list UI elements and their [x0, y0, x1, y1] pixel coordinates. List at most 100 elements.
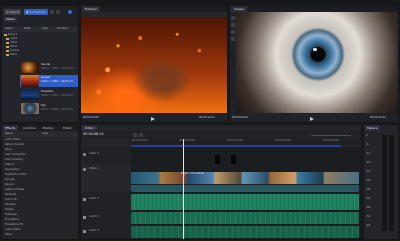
delete-icon[interactable]: [56, 10, 60, 14]
hand-tool-icon[interactable]: [231, 30, 235, 34]
media-item-info: 1920 × 1080 • 00:00:10: [41, 108, 73, 111]
ruler-tick-label: 00:00:00;00: [132, 139, 148, 142]
crop-tool-icon[interactable]: [231, 23, 235, 27]
view-icon[interactable]: [68, 10, 72, 14]
tab-effects[interactable]: Effects: [2, 125, 19, 131]
list-item[interactable]: Fireworks 1920 × 1080 • 00:00:20: [21, 89, 78, 101]
folder-icon[interactable]: [6, 38, 9, 40]
composite-button[interactable]: ▣ Composite: [24, 9, 48, 15]
folder-icon[interactable]: [6, 42, 9, 44]
play-icon[interactable]: [310, 117, 314, 121]
list-item[interactable]: Warp: [5, 233, 12, 237]
list-item[interactable]: Video Filters: [5, 228, 21, 232]
play-icon[interactable]: [151, 117, 155, 121]
list-item[interactable]: Lights & Flares: [5, 188, 24, 192]
speaker-icon[interactable]: [83, 198, 86, 201]
new-folder-icon[interactable]: [50, 10, 54, 14]
column-type: Type: [42, 132, 48, 135]
select-tool-icon[interactable]: [231, 16, 235, 20]
track-header[interactable]: Audio 3: [81, 226, 131, 238]
list-item[interactable]: Grunge: [5, 178, 15, 182]
effects-search: Name Type: [2, 132, 78, 137]
ruler-tick-label: 00:00:05;00: [179, 139, 195, 142]
import-button[interactable]: + Import: [4, 9, 22, 15]
meter-bar-right: [389, 135, 394, 231]
list-item[interactable]: Transitions 3D: [5, 223, 23, 227]
list-item[interactable]: Distort: [5, 163, 14, 167]
list-item[interactable]: Sharpen: [5, 203, 16, 207]
eye-icon[interactable]: [83, 168, 86, 171]
viewer-timecode-current: 00:00:00;00: [232, 116, 248, 119]
thumbnail: [21, 75, 39, 87]
effects-panel: Effects Controls History Editor Name Typ…: [1, 124, 79, 240]
column-type[interactable]: Type: [42, 27, 48, 31]
folder-item[interactable]: Extra: [10, 53, 17, 57]
list-item[interactable]: Gradients & Fills: [5, 173, 26, 177]
tab-meters[interactable]: Meters: [364, 125, 381, 131]
column-date[interactable]: Date: [24, 27, 30, 31]
track-name: Audio 2: [89, 215, 99, 218]
track-header[interactable]: Video 2: [81, 149, 131, 163]
list-item[interactable]: Color Correction: [5, 153, 26, 157]
playhead[interactable]: [183, 139, 184, 239]
folder-icon[interactable]: [6, 54, 9, 56]
speaker-icon[interactable]: [83, 230, 86, 233]
column-duration[interactable]: Duration: [57, 27, 68, 31]
list-item[interactable]: Color Grading: [5, 158, 23, 162]
column-name[interactable]: Name: [5, 27, 13, 31]
track-header[interactable]: Audio 2: [81, 212, 131, 224]
list-item[interactable]: Stylize: [5, 208, 14, 212]
track-name: Video 2: [89, 152, 99, 155]
text-tool-icon[interactable]: [231, 37, 235, 41]
list-item[interactable]: Transitions: [5, 218, 19, 222]
timeline-toolbar: 00:00:08;14: [81, 131, 361, 139]
media-columns: Name Date Type Duration: [2, 27, 78, 32]
media-list: Candle 1920 × 1080 • 00:00:25 Sunset 192…: [20, 62, 78, 122]
viewer-transport: 00:00:00;00 00:00:12;03: [230, 113, 398, 122]
speaker-icon[interactable]: [83, 216, 86, 219]
media-panel: + Import ▣ Composite Media Name Date Typ…: [1, 5, 79, 123]
snap-icon[interactable]: [133, 133, 137, 137]
zoom-slider[interactable]: [311, 134, 351, 136]
meter-tick: -36: [366, 188, 371, 191]
meter-tick: -54: [366, 215, 371, 218]
tab-history[interactable]: History: [40, 125, 57, 131]
list-item[interactable]: Blurs: [5, 148, 12, 152]
video-clip[interactable]: [215, 155, 220, 164]
meter-tick: -48: [366, 206, 371, 209]
tab-editor[interactable]: Editor: [60, 125, 75, 131]
meter-tick: -24: [366, 170, 371, 173]
video-clip[interactable]: Flight of the Birds: [131, 172, 359, 184]
meter-tick: -18: [366, 161, 371, 164]
folder-icon[interactable]: [4, 34, 7, 36]
folder-icon[interactable]: [6, 46, 9, 48]
list-item[interactable]: Candle 1920 × 1080 • 00:00:25: [21, 62, 78, 74]
list-item-selected[interactable]: Sunset 1920 × 1080 • 00:00:15: [20, 75, 78, 87]
list-item[interactable]: Generators: [5, 168, 20, 172]
list-item[interactable]: Temporal: [5, 213, 17, 217]
track-header[interactable]: Audio 1: [81, 194, 131, 210]
list-item[interactable]: Particles: [5, 193, 16, 197]
audio-clip[interactable]: [131, 212, 359, 224]
track-name: Video 1: [89, 167, 99, 170]
eye-icon[interactable]: [83, 153, 86, 156]
list-item[interactable]: Keying: [5, 183, 14, 187]
video-clip[interactable]: [231, 155, 236, 164]
list-item[interactable]: Eye 1920 × 1080 • 00:00:10: [21, 103, 78, 115]
folder-icon[interactable]: [6, 50, 9, 52]
track-header[interactable]: Video 1: [81, 164, 131, 192]
audio-clip[interactable]: [131, 226, 359, 238]
meter-bar-left: [382, 135, 387, 231]
list-item[interactable]: Quick 3D: [5, 198, 17, 202]
video-clip-sub[interactable]: [131, 185, 359, 192]
ruler-tick-label: 00:00:20;00: [323, 139, 339, 142]
tab-media[interactable]: Media: [4, 17, 18, 22]
list-item[interactable]: Audio Filters: [5, 138, 21, 142]
trimmer-timecode-out: 00:00:12;03: [199, 116, 215, 119]
column-name: Name: [5, 132, 13, 135]
list-item[interactable]: Alpha Channel: [5, 143, 24, 147]
audio-clip[interactable]: [131, 194, 359, 210]
timeline-timecode: 00:00:08;14: [83, 132, 104, 136]
razor-icon[interactable]: [139, 133, 143, 137]
tab-controls[interactable]: Controls: [20, 125, 38, 131]
